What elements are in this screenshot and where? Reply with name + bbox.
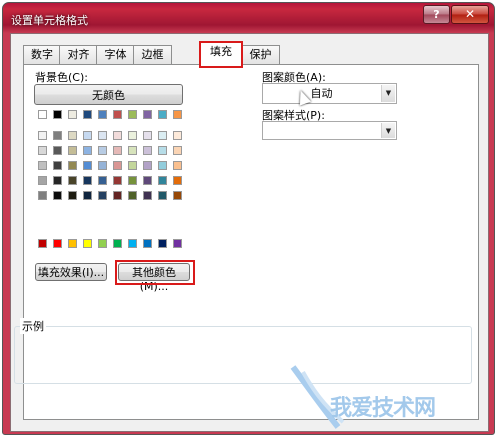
help-button[interactable]: ? (423, 5, 450, 24)
shade-color-swatch[interactable] (128, 191, 137, 200)
theme-color-swatch[interactable] (143, 110, 152, 119)
standard-color-swatch[interactable] (38, 239, 47, 248)
standard-color-swatch[interactable] (173, 239, 182, 248)
standard-color-swatch[interactable] (113, 239, 122, 248)
theme-color-swatch[interactable] (158, 110, 167, 119)
shade-color-swatch[interactable] (83, 176, 92, 185)
tab-number[interactable]: 数字 (23, 45, 61, 64)
shade-color-swatch[interactable] (143, 176, 152, 185)
shade-color-swatch[interactable] (173, 176, 182, 185)
shade-color-swatch[interactable] (143, 191, 152, 200)
theme-color-swatch[interactable] (128, 110, 137, 119)
chevron-down-icon[interactable]: ▼ (381, 123, 395, 138)
standard-color-swatch[interactable] (53, 239, 62, 248)
shade-color-swatch[interactable] (68, 176, 77, 185)
shade-color-swatch[interactable] (38, 191, 47, 200)
theme-color-swatch[interactable] (113, 110, 122, 119)
pattern-style-value (263, 122, 380, 139)
shade-color-swatch[interactable] (158, 161, 167, 170)
shade-color-swatch[interactable] (128, 161, 137, 170)
tab-alignment[interactable]: 对齐 (59, 45, 98, 64)
shade-color-swatch[interactable] (38, 146, 47, 155)
tab-border[interactable]: 边框 (133, 45, 172, 64)
standard-color-swatch[interactable] (143, 239, 152, 248)
shade-color-swatch[interactable] (173, 131, 182, 140)
fill-effects-button[interactable]: 填充效果(I)... (35, 263, 107, 281)
shade-color-swatch[interactable] (38, 176, 47, 185)
pattern-color-value: 自动 (310, 87, 333, 100)
shade-color-swatch[interactable] (68, 161, 77, 170)
standard-color-swatch[interactable] (158, 239, 167, 248)
shade-color-swatch[interactable] (53, 161, 62, 170)
shade-color-swatch[interactable] (158, 191, 167, 200)
shade-color-swatch[interactable] (128, 131, 137, 140)
shade-color-swatch[interactable] (113, 161, 122, 170)
tab-font[interactable]: 字体 (96, 45, 135, 64)
shade-color-swatch[interactable] (113, 176, 122, 185)
shade-color-swatch[interactable] (53, 176, 62, 185)
sample-preview (14, 326, 472, 384)
shade-color-swatch[interactable] (173, 191, 182, 200)
shade-color-swatch[interactable] (113, 131, 122, 140)
shade-color-swatch[interactable] (158, 146, 167, 155)
shade-color-swatch[interactable] (173, 161, 182, 170)
pattern-color-dropdown[interactable]: 自动 ▼ (262, 83, 397, 104)
shade-color-swatch[interactable] (83, 146, 92, 155)
shade-color-swatch[interactable] (143, 146, 152, 155)
close-button[interactable]: ✕ (451, 5, 489, 24)
shade-color-swatch[interactable] (143, 131, 152, 140)
chevron-down-icon[interactable]: ▼ (381, 85, 395, 102)
shade-color-swatch[interactable] (83, 131, 92, 140)
shade-color-swatch[interactable] (128, 146, 137, 155)
shade-color-swatch[interactable] (158, 176, 167, 185)
pattern-style-dropdown[interactable]: ▼ (262, 121, 397, 140)
shade-color-swatch[interactable] (173, 146, 182, 155)
shade-color-swatch[interactable] (113, 191, 122, 200)
standard-color-swatch[interactable] (83, 239, 92, 248)
standard-color-swatch[interactable] (98, 239, 107, 248)
theme-color-swatch[interactable] (83, 110, 92, 119)
theme-color-swatch[interactable] (38, 110, 47, 119)
tab-fill[interactable]: 填充 (200, 42, 242, 65)
shade-color-swatch[interactable] (38, 161, 47, 170)
shade-color-swatch[interactable] (83, 161, 92, 170)
more-colors-highlight (115, 260, 195, 285)
title-bar[interactable]: 设置单元格格式 ? ✕ (3, 3, 494, 33)
shade-color-swatch[interactable] (128, 176, 137, 185)
shade-color-swatch[interactable] (68, 191, 77, 200)
sample-label: 示例 (20, 318, 46, 334)
shade-color-swatch[interactable] (158, 131, 167, 140)
tab-protection[interactable]: 保护 (241, 45, 280, 64)
shade-color-swatch[interactable] (68, 146, 77, 155)
theme-color-swatch[interactable] (53, 110, 62, 119)
shade-color-swatch[interactable] (83, 191, 92, 200)
shade-color-swatch[interactable] (98, 146, 107, 155)
shade-color-swatch[interactable] (98, 176, 107, 185)
theme-color-swatch[interactable] (173, 110, 182, 119)
dialog-title: 设置单元格格式 (11, 14, 88, 27)
standard-color-swatch[interactable] (128, 239, 137, 248)
watermark-text: 我爱技术网 (330, 396, 436, 421)
shade-color-swatch[interactable] (98, 161, 107, 170)
shade-color-swatch[interactable] (53, 131, 62, 140)
standard-color-swatch[interactable] (68, 239, 77, 248)
shade-color-swatch[interactable] (53, 146, 62, 155)
color-palette (24, 65, 224, 265)
shade-color-swatch[interactable] (38, 131, 47, 140)
shade-color-swatch[interactable] (98, 191, 107, 200)
theme-color-swatch[interactable] (98, 110, 107, 119)
sample-group: 示例 (14, 318, 474, 384)
shade-color-swatch[interactable] (113, 146, 122, 155)
shade-color-swatch[interactable] (53, 191, 62, 200)
shade-color-swatch[interactable] (98, 131, 107, 140)
shade-color-swatch[interactable] (143, 161, 152, 170)
theme-color-swatch[interactable] (68, 110, 77, 119)
shade-color-swatch[interactable] (68, 131, 77, 140)
